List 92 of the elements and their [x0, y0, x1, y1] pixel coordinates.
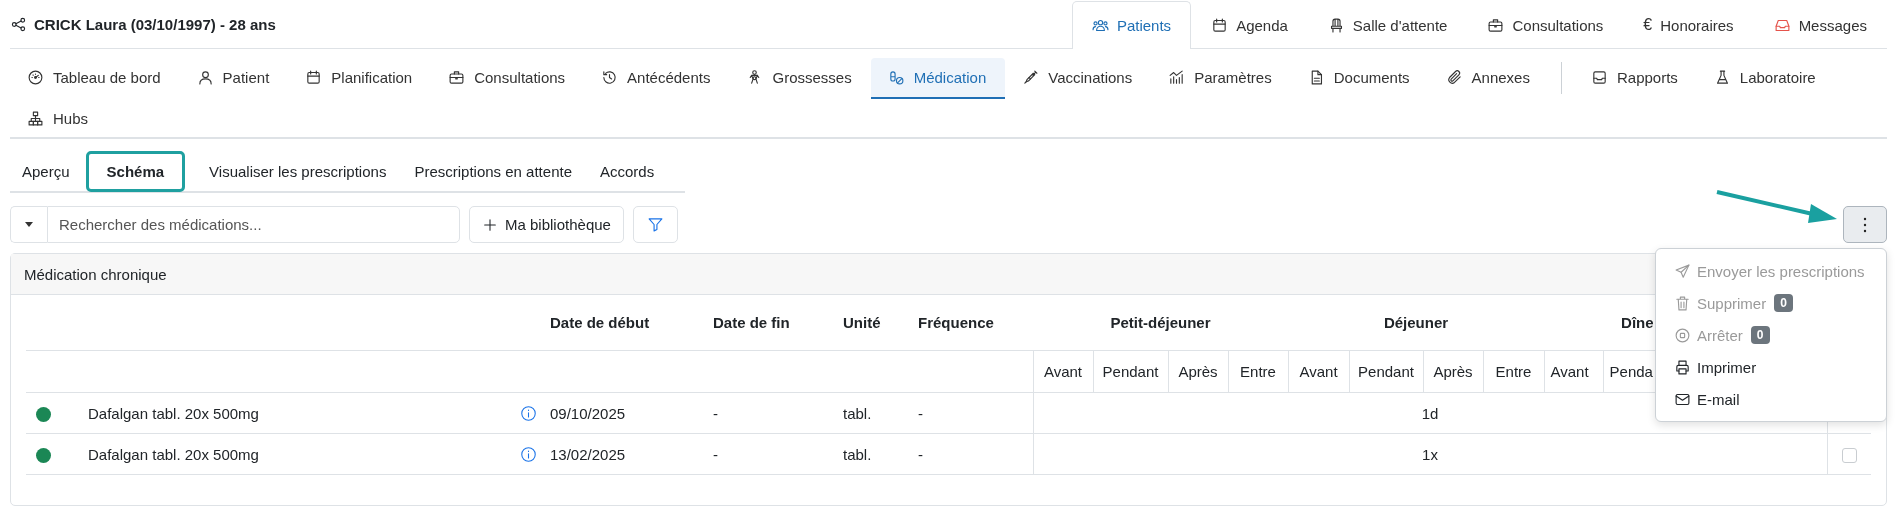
table-cell: 09/10/2025 — [550, 404, 626, 422]
group-header: Petit-déjeuner — [1110, 314, 1211, 331]
filter-icon — [646, 216, 664, 233]
column-header: Date de début — [550, 314, 650, 331]
subcolumn-header: Avant — [1043, 363, 1083, 380]
patient-title: CRICK Laura (03/10/1997) - 28 ans — [34, 15, 276, 33]
library-button[interactable]: Ma bibliothèque — [469, 206, 624, 243]
sub-tab[interactable]: Accords — [588, 155, 667, 187]
subcolumn-header: Pendant — [1102, 363, 1159, 380]
dropdown-button[interactable] — [10, 206, 47, 243]
count-badge: 0 — [1774, 294, 1793, 312]
history-icon — [601, 69, 619, 86]
gauge-icon — [27, 69, 44, 86]
schedule-cell: 1x — [1422, 445, 1438, 463]
module-tab[interactable]: Planification — [288, 58, 432, 99]
module-tab[interactable]: Consultations — [431, 58, 585, 99]
table-cell: - — [918, 445, 923, 463]
top-tab[interactable]: Agenda — [1191, 1, 1308, 48]
people-icon — [1091, 17, 1109, 34]
schedule-cell: 1d — [1421, 404, 1439, 422]
top-tab[interactable]: € Honoraires — [1623, 1, 1754, 48]
module-tab[interactable]: Vaccinations — [1005, 58, 1152, 99]
share-icon — [10, 15, 27, 33]
subcolumn-header: Après — [1433, 363, 1473, 380]
filter-button[interactable] — [632, 206, 678, 243]
top-tab[interactable]: Messages — [1753, 1, 1887, 48]
subcolumn-header: Entre — [1495, 363, 1532, 380]
module-tab[interactable]: Annexes — [1428, 58, 1549, 99]
module-tab[interactable]: Patient — [179, 58, 289, 99]
card-title: Médication chronique — [24, 265, 167, 283]
more-icon — [1863, 216, 1867, 233]
tray-icon — [1590, 69, 1608, 86]
table-cell: - — [713, 404, 718, 422]
column-header: Unité — [843, 314, 881, 331]
medication-name: Dafalgan tabl. 20x 500mg — [88, 445, 259, 463]
top-tab[interactable]: Consultations — [1467, 1, 1624, 48]
briefcase-icon — [448, 69, 466, 86]
paperclip-icon — [1445, 69, 1463, 86]
count-badge: 0 — [1750, 326, 1770, 344]
module-tab[interactable]: Antécédents — [584, 58, 730, 99]
briefcase-icon — [1487, 16, 1505, 34]
syringe-icon — [1022, 69, 1040, 86]
module-tab[interactable]: Grossesses — [729, 58, 871, 99]
table-cell: - — [713, 445, 718, 463]
pill-icon — [887, 69, 905, 86]
calendar-icon — [305, 69, 323, 86]
sub-tab[interactable]: Visualiser les prescriptions — [197, 155, 399, 187]
table-cell: tabl. — [843, 404, 872, 422]
subcolumn-header: Penda — [1609, 363, 1653, 380]
top-tab[interactable]: Patients — [1071, 1, 1192, 49]
bar-chart-icon — [1168, 69, 1186, 86]
table-cell: 13/02/2025 — [550, 445, 626, 463]
sitemap-icon — [27, 110, 44, 127]
row-checkbox[interactable] — [1841, 447, 1857, 463]
column-header: Fréquence — [918, 314, 994, 331]
euro-icon: € — [1643, 16, 1653, 34]
sub-tab[interactable]: Prescriptions en attente — [402, 155, 584, 187]
module-tab[interactable]: Rapports — [1573, 58, 1697, 99]
column-header: Date de fin — [713, 314, 790, 331]
module-tab[interactable]: Documents — [1290, 58, 1429, 99]
sub-tab[interactable]: Schéma — [85, 150, 186, 192]
table-cell: - — [918, 404, 923, 422]
subcolumn-header: Entre — [1240, 363, 1276, 380]
subcolumn-header: Avant — [1299, 363, 1338, 380]
menu-item[interactable]: E-mail — [1656, 383, 1886, 415]
subcolumn-header: Avant — [1550, 363, 1589, 380]
trash-icon — [1674, 294, 1691, 312]
menu-item[interactable]: Imprimer — [1656, 351, 1886, 383]
module-tab[interactable]: Tableau de bord — [10, 58, 180, 99]
module-tab[interactable]: Laboratoire — [1696, 58, 1835, 99]
stop-icon — [1674, 326, 1691, 344]
module-tab[interactable]: Médication — [870, 58, 1006, 99]
group-header: Déjeuner — [1383, 314, 1449, 331]
search-field[interactable]: Rechercher des médications... — [47, 206, 460, 243]
send-icon — [1674, 262, 1691, 280]
sub-tab[interactable]: Aperçu — [10, 155, 82, 187]
group-header: Dîne — [1621, 314, 1654, 331]
print-icon — [1674, 358, 1691, 376]
subcolumn-header: Pendant — [1358, 363, 1414, 380]
table-cell: tabl. — [843, 445, 872, 463]
module-tab[interactable]: Paramètres — [1151, 58, 1291, 99]
medication-name: Dafalgan tabl. 20x 500mg — [88, 404, 259, 422]
module-tab[interactable]: Hubs — [10, 99, 108, 140]
person-icon — [196, 69, 214, 86]
info-icon[interactable] — [520, 446, 537, 464]
caret-icon — [25, 222, 33, 227]
calendar-icon — [1211, 16, 1229, 34]
info-icon[interactable] — [520, 405, 537, 423]
plus-icon — [482, 216, 498, 233]
subcolumn-header: Après — [1178, 363, 1218, 380]
top-tab[interactable]: Salle d'attente — [1307, 1, 1468, 48]
more-button[interactable] — [1843, 206, 1887, 243]
